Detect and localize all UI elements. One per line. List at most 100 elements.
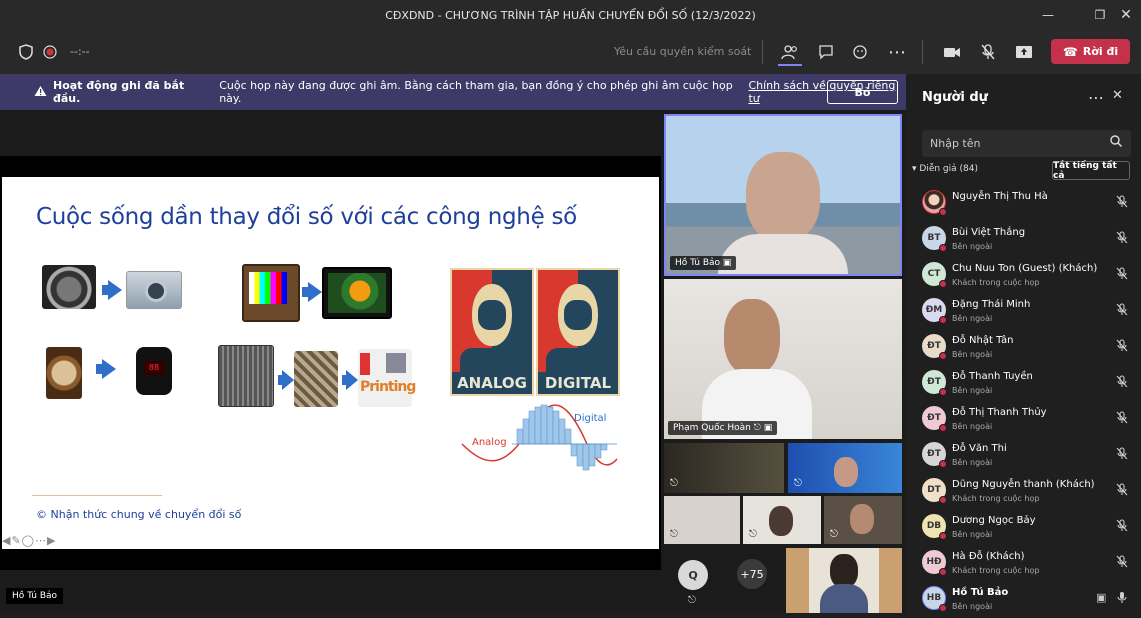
participant-name: Chu Nuu Ton (Guest) (Khách) xyxy=(952,263,1098,274)
video-tile-participant[interactable]: Phạm Quốc Hoàn ⎋ ▣ xyxy=(664,279,902,439)
flat-tv-image xyxy=(322,267,392,319)
search-input[interactable]: Nhập tên xyxy=(922,130,1131,157)
video-tile-speaker[interactable]: Hồ Tú Bảo ▣ xyxy=(664,114,902,276)
participant-row[interactable]: BT Bùi Việt Thắng Bên ngoài xyxy=(906,222,1141,258)
request-control-button[interactable]: Yêu cầu quyền kiểm soát xyxy=(614,45,751,58)
participant-row[interactable]: CT Chu Nuu Ton (Guest) (Khách) Khách trong… xyxy=(906,258,1141,294)
status-badge xyxy=(939,244,947,252)
microphone-muted-icon[interactable] xyxy=(1116,303,1128,319)
participant-row[interactable]: ĐT Đỗ Thị Thanh Thủy Bên ngoài xyxy=(906,402,1141,438)
participant-row[interactable]: DT Dũng Nguyễn thanh (Khách) Khách trong c… xyxy=(906,474,1141,510)
microphone-muted-icon[interactable] xyxy=(1116,231,1128,247)
guest-avatar[interactable]: Q xyxy=(678,560,708,590)
video-tile-small[interactable]: ⎋ xyxy=(824,496,902,544)
participant-row[interactable]: DB Dương Ngọc Bảy Bên ngoài xyxy=(906,510,1141,546)
active-tab-indicator xyxy=(778,64,802,66)
microphone-muted-icon[interactable] xyxy=(1116,555,1128,571)
printing-press-image xyxy=(294,351,338,407)
microphone-muted-icon[interactable] xyxy=(1116,483,1128,499)
participant-name: Đặng Thái Minh xyxy=(952,299,1031,310)
status-badge xyxy=(939,532,947,540)
digital-label: DIGITAL xyxy=(538,372,618,394)
microphone-muted-icon[interactable] xyxy=(1116,339,1128,355)
participant-row[interactable]: ĐT Đỗ Thanh Tuyền Bên ngoài xyxy=(906,366,1141,402)
banner-text: Cuộc họp này đang được ghi âm. Bằng cách… xyxy=(219,79,733,105)
mute-all-button[interactable]: Tắt tiếng tất cả xyxy=(1052,161,1130,181)
banner-heading: Hoạt động ghi đã bắt đầu. xyxy=(53,79,185,105)
participant-role: Khách trong cuộc họp xyxy=(952,494,1040,503)
hangup-icon: ☎ xyxy=(1062,44,1078,59)
movable-type-image xyxy=(218,345,274,407)
dismiss-banner-button[interactable]: Bỏ xyxy=(827,80,898,104)
participant-row[interactable]: ĐT Đỗ Văn Thi Bên ngoài xyxy=(906,438,1141,474)
slide-footer-divider xyxy=(32,495,162,496)
participant-name: Đỗ Thanh Tuyền xyxy=(952,371,1033,382)
section-label: Diễn giả (84) xyxy=(919,164,978,174)
participant-row[interactable]: ĐM Đặng Thái Minh Bên ngoài xyxy=(906,294,1141,330)
microphone-muted-icon[interactable] xyxy=(1116,267,1128,283)
microphone-muted-icon[interactable] xyxy=(1116,519,1128,535)
minimize-icon[interactable]: — xyxy=(1030,0,1066,30)
participant-row[interactable]: HĐ Hà Đỗ (Khách) Khách trong cuộc họp xyxy=(906,546,1141,582)
participant-role: Bên ngoài xyxy=(952,458,993,467)
participant-role: Khách trong cuộc họp xyxy=(952,278,1040,287)
microphone-muted-icon[interactable] xyxy=(1116,411,1128,427)
presenter-name-tag: Hồ Tú Bảo xyxy=(6,588,64,604)
digital-watch-image: 88 xyxy=(136,347,172,395)
crt-television-image xyxy=(242,264,300,322)
video-tile-small[interactable]: ⎋ xyxy=(664,443,784,493)
close-icon[interactable]: ✕ xyxy=(1112,88,1123,103)
leave-button[interactable]: ☎ Rời đi xyxy=(1051,39,1130,64)
microphone-muted-icon[interactable] xyxy=(1116,195,1128,211)
digital-camera-image xyxy=(126,271,182,309)
microphone-muted-icon: ⎋ xyxy=(688,595,696,606)
status-badge xyxy=(939,568,947,576)
participant-role: Bên ngoài xyxy=(952,386,993,395)
slide-footer: © Nhận thức chung về chuyển đổi số xyxy=(36,508,242,521)
video-tile-small[interactable]: ⎋ xyxy=(743,496,821,544)
more-options-icon[interactable]: ⋯ xyxy=(1088,88,1104,107)
sharing-screen-icon: ▣ xyxy=(1096,591,1107,604)
participant-name: Đỗ Văn Thi xyxy=(952,443,1007,454)
window-title: CĐXDND - CHƯƠNG TRÌNH TẬP HUẤN CHUYỂN ĐỔ… xyxy=(385,8,756,22)
more-options-icon[interactable]: ⋯ xyxy=(883,40,911,64)
microphone-muted-icon: ⎋ xyxy=(794,478,802,489)
presenters-section-header[interactable]: ▾ Diễn giả (84) xyxy=(912,164,978,174)
arrow-icon xyxy=(102,359,116,379)
slide-navigation-controls[interactable]: ◀✎◯⋯▶ xyxy=(2,534,56,547)
video-tile-small[interactable]: ⎋ xyxy=(788,443,902,493)
participant-role: Bên ngoài xyxy=(952,242,993,251)
status-badge xyxy=(939,208,947,216)
more-participants-button[interactable]: +75 xyxy=(737,559,767,589)
participant-name: Dũng Nguyễn thanh (Khách) xyxy=(952,479,1095,490)
participant-role: Bên ngoài xyxy=(952,314,993,323)
participant-row[interactable]: Nguyễn Thị Thu Hà xyxy=(906,186,1141,222)
microphone-muted-icon: ⎋ xyxy=(670,478,678,489)
slide-title: Cuộc sống dần thay đổi số với các công n… xyxy=(36,204,577,230)
participants-icon[interactable] xyxy=(776,40,804,64)
3d-printing-image: Printing xyxy=(358,349,416,407)
meeting-timer: --:-- xyxy=(70,45,90,58)
participant-row[interactable]: ĐT Đỗ Nhật Tân Bên ngoài xyxy=(906,330,1141,366)
microphone-icon[interactable] xyxy=(1116,591,1128,607)
reactions-icon[interactable] xyxy=(847,40,875,64)
video-tile-small[interactable] xyxy=(786,548,902,613)
microphone-muted-icon[interactable] xyxy=(1116,375,1128,391)
presentation-slide: Cuộc sống dần thay đổi số với các công n… xyxy=(2,177,659,549)
leave-label: Rời đi xyxy=(1082,45,1119,58)
participant-role: Bên ngoài xyxy=(952,602,993,611)
status-badge xyxy=(939,460,947,468)
video-tile-small[interactable]: ⎋ xyxy=(664,496,740,544)
microphone-muted-icon[interactable] xyxy=(974,40,1002,64)
search-icon[interactable] xyxy=(1110,135,1122,150)
chat-icon[interactable] xyxy=(812,40,840,64)
participant-name: Bùi Việt Thắng xyxy=(952,227,1026,238)
share-screen-icon[interactable] xyxy=(1010,40,1038,64)
microphone-muted-icon[interactable] xyxy=(1116,447,1128,463)
camera-icon[interactable] xyxy=(938,40,966,64)
participant-name: Dương Ngọc Bảy xyxy=(952,515,1036,526)
participant-name: Đỗ Thị Thanh Thủy xyxy=(952,407,1047,418)
tile-name-tag: Phạm Quốc Hoàn ⎋ ▣ xyxy=(668,421,778,435)
participant-name: Nguyễn Thị Thu Hà xyxy=(952,191,1048,202)
close-window-icon[interactable]: ✕ xyxy=(1108,0,1141,30)
